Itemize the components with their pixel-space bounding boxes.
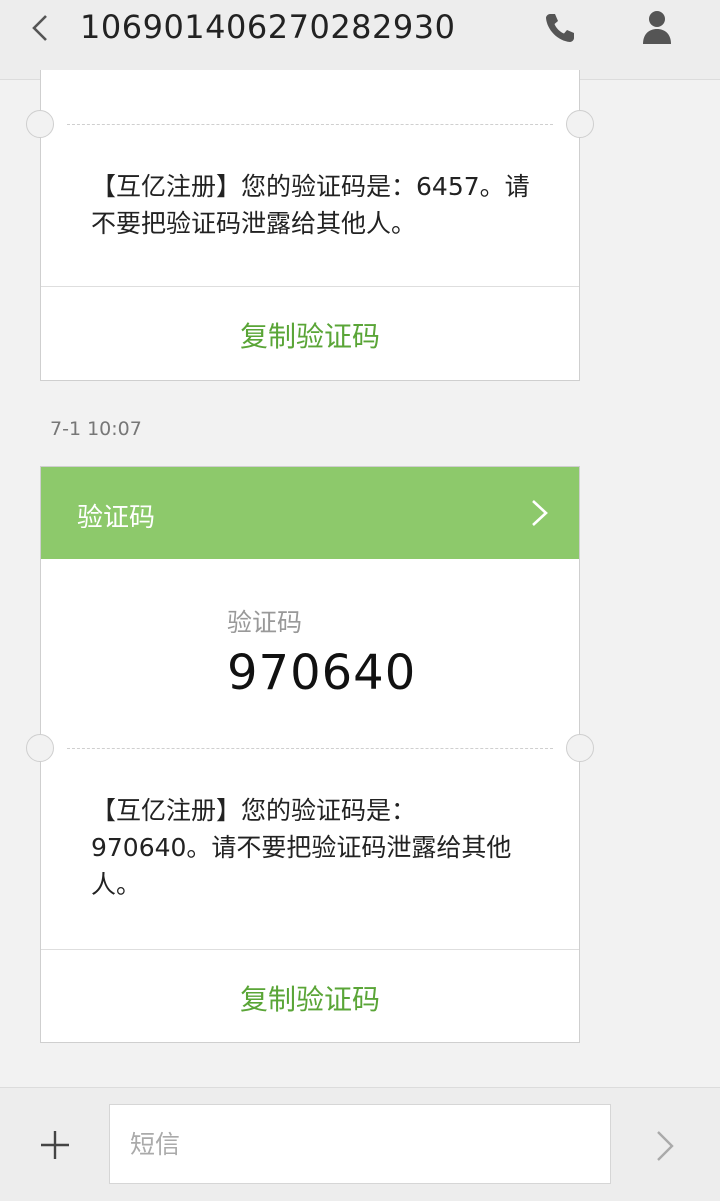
message-text: 【互亿注册】您的验证码是：970640。请不要把验证码泄露给其他人。 — [91, 796, 512, 899]
message-timestamp: 7-1 10:07 — [50, 418, 142, 440]
plus-icon[interactable] — [38, 1128, 72, 1162]
copy-code-button[interactable]: 复制验证码 — [41, 978, 579, 1018]
ticket-divider — [67, 124, 553, 125]
message-card-2: 验证码 验证码 970640 【互亿注册】您的验证码是：970640。请不要把验… — [26, 466, 594, 1043]
person-icon[interactable] — [640, 8, 674, 46]
message-text: 【互亿注册】您的验证码是：6457。请不要把验证码泄露给其他人。 — [91, 172, 530, 238]
top-bar: 106901406270282930 — [0, 0, 720, 80]
contact-number-title: 106901406270282930 — [80, 8, 456, 46]
copy-divider — [41, 949, 579, 950]
sms-input[interactable] — [109, 1104, 611, 1184]
ticket-notch-right — [566, 110, 594, 138]
code-label: 验证码 — [227, 608, 303, 637]
ticket-notch-right — [566, 734, 594, 762]
verification-card-header[interactable]: 验证码 — [41, 467, 579, 559]
ticket-divider — [67, 748, 553, 749]
chevron-left-icon[interactable] — [24, 10, 60, 46]
message-card-1: 【互亿注册】您的验证码是：6457。请不要把验证码泄露给其他人。 复制验证码 — [26, 70, 594, 381]
send-icon[interactable] — [652, 1128, 680, 1164]
verification-code: 970640 — [227, 645, 417, 701]
ticket-notch-left — [26, 110, 54, 138]
copy-divider — [41, 286, 579, 287]
composer-bar — [0, 1087, 720, 1201]
phone-icon[interactable] — [542, 10, 578, 46]
card-header-title: 验证码 — [77, 503, 156, 533]
copy-code-button[interactable]: 复制验证码 — [41, 315, 579, 355]
ticket-notch-left — [26, 734, 54, 762]
chevron-right-icon — [532, 500, 548, 526]
